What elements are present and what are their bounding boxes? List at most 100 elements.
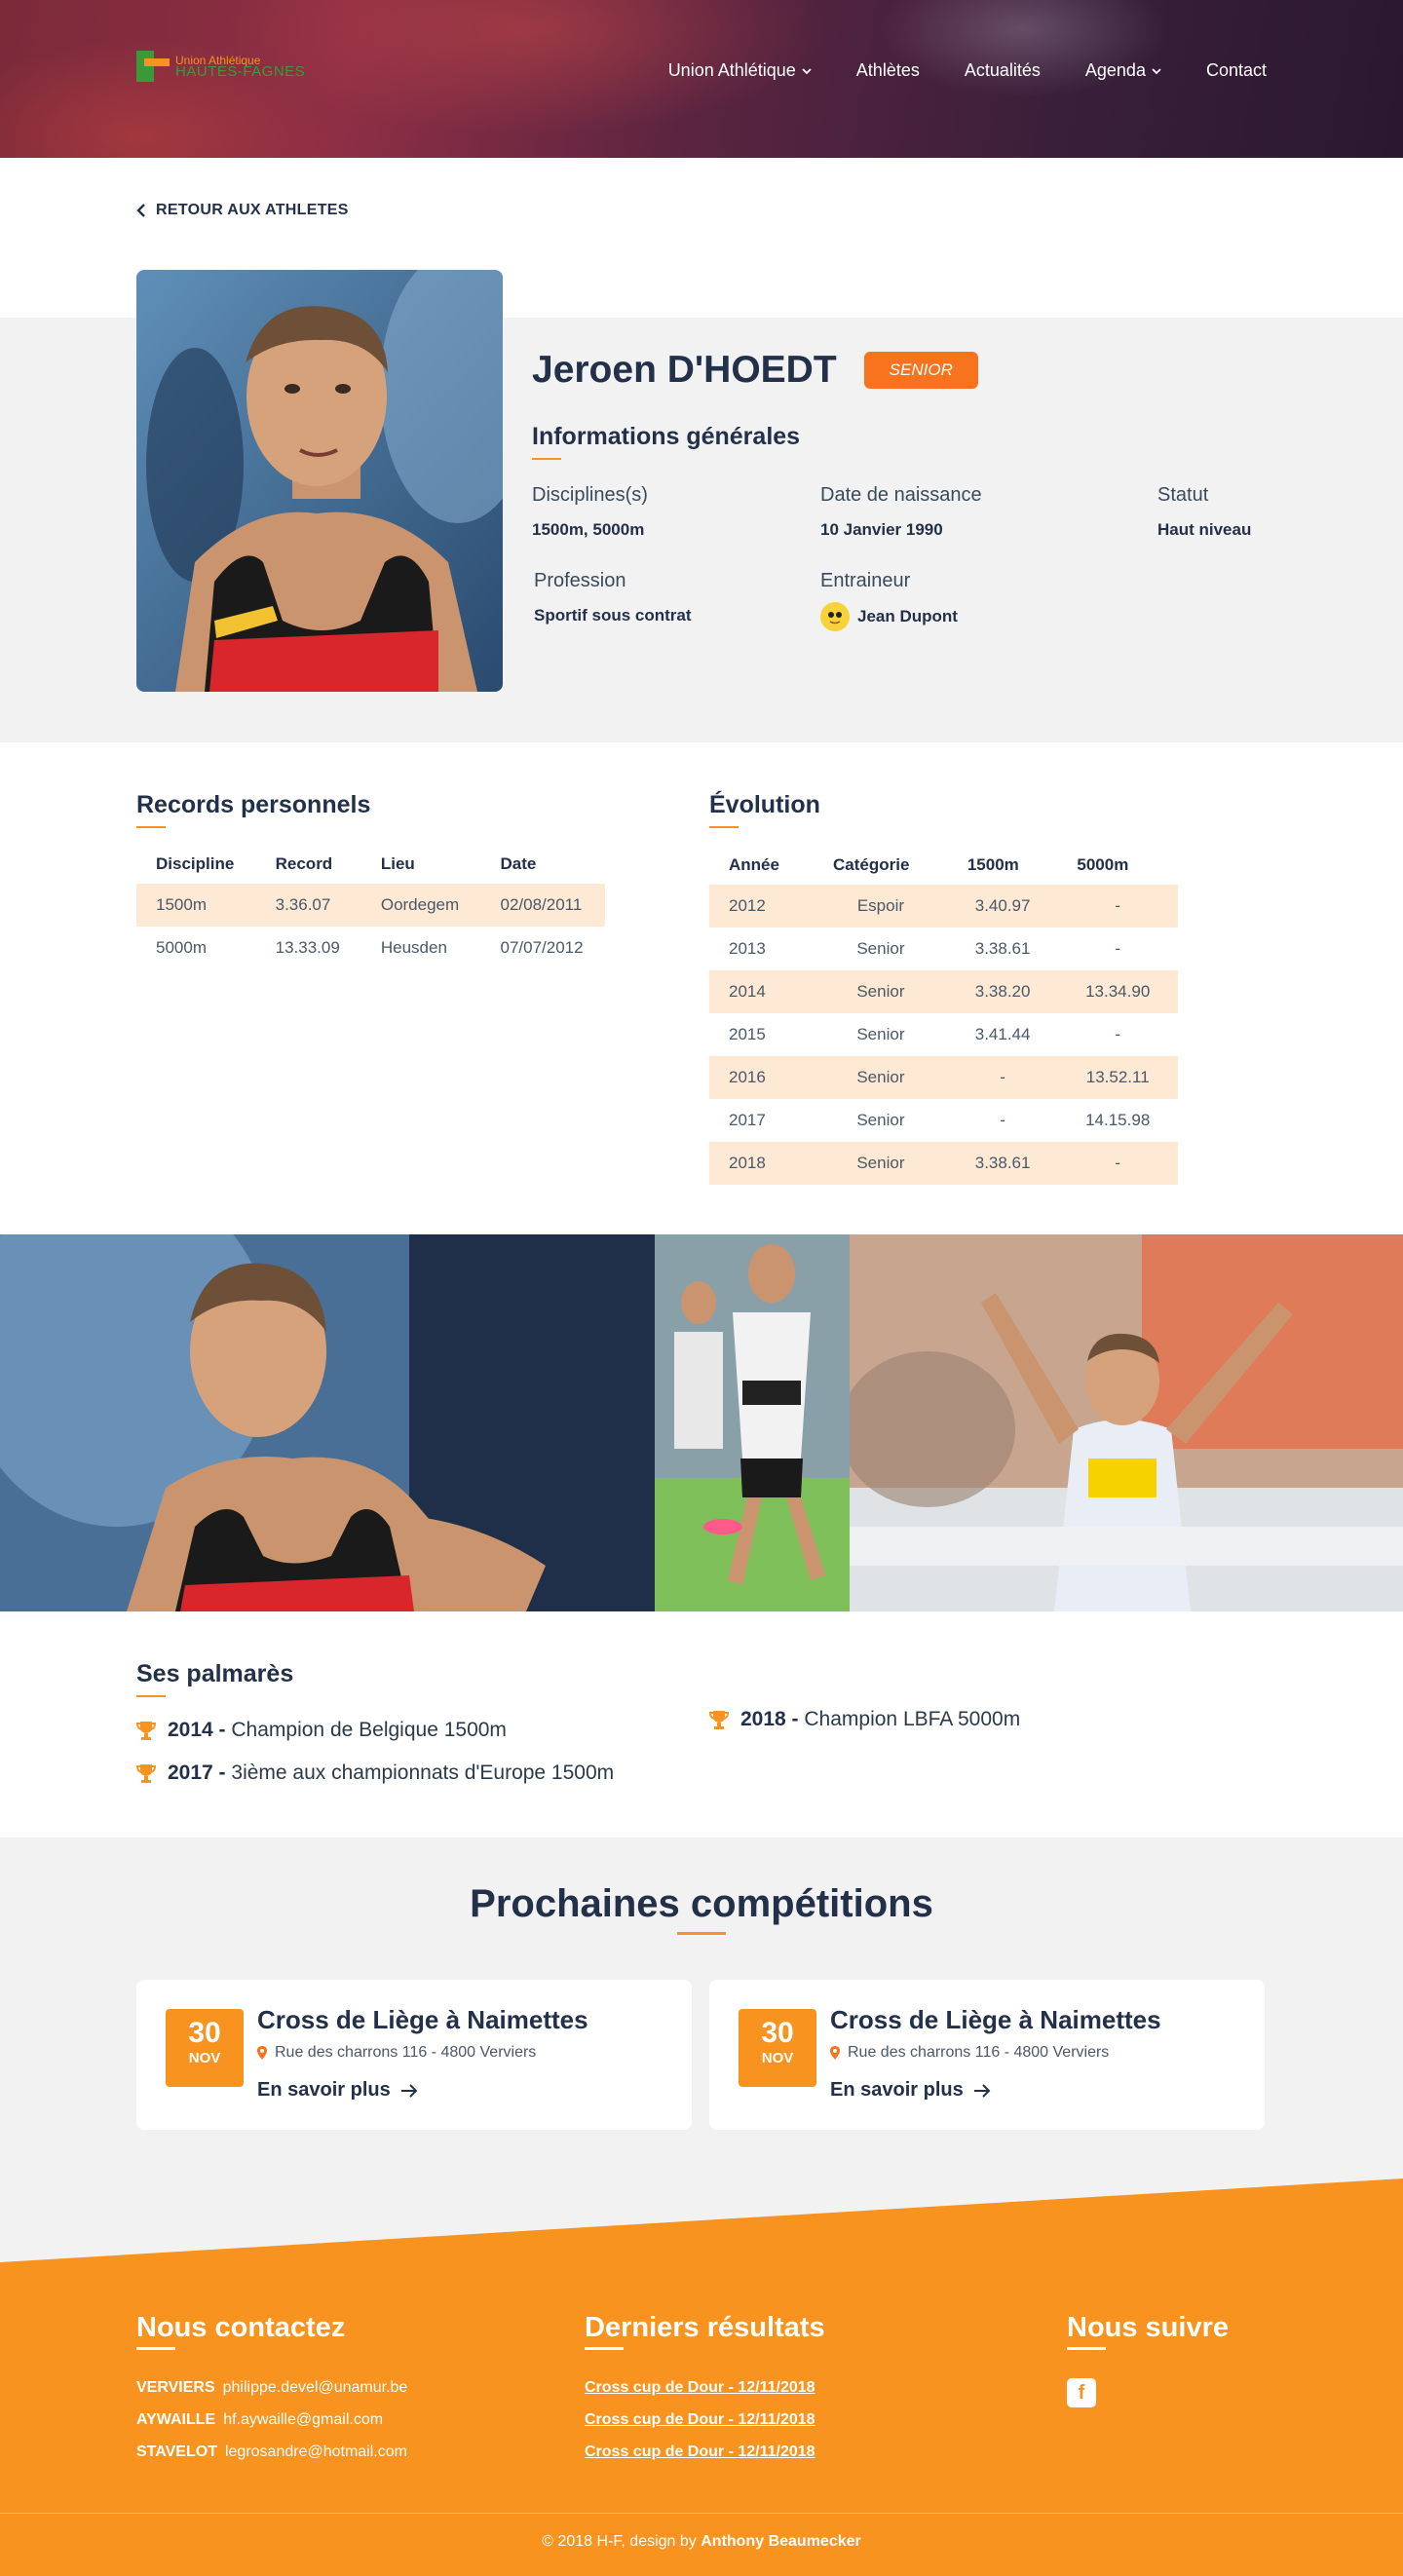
logo-icon <box>136 51 170 82</box>
table-cell: 3.38.61 <box>974 939 1031 958</box>
table-row: 2012 Espoir 3.40.97- <box>709 885 1178 928</box>
table-cell: - <box>1000 1111 1005 1129</box>
palmares-item: 2017 - 3ième aux championnats d'Europe 1… <box>136 1762 614 1785</box>
nav-item-athletes[interactable]: Athlètes <box>856 60 920 81</box>
read-more-link[interactable]: En savoir plus <box>830 2079 991 2102</box>
table-cell: 07/07/2012 <box>500 938 584 957</box>
table-header-row: Discipline Record Lieu Date <box>136 845 605 884</box>
read-more-link[interactable]: En savoir plus <box>257 2079 418 2102</box>
result-link[interactable]: Cross cup de Dour - 12/11/2018 <box>585 2443 815 2461</box>
evolution-title: Évolution <box>709 791 820 828</box>
table-cell: 13.33.09 <box>275 938 340 957</box>
column-header: Record <box>275 854 333 873</box>
trophy-icon <box>709 1711 729 1729</box>
table-cell: 3.36.07 <box>255 884 361 927</box>
back-label: RETOUR AUX ATHLETES <box>156 202 349 218</box>
column-header: 1500m <box>967 855 1019 874</box>
table-cell: 2016 <box>709 1056 815 1099</box>
main-nav: Union Athlétique Athlètes Actualités Age… <box>668 60 1267 81</box>
table-cell: 3.38.20 <box>947 970 1058 1013</box>
palmares-text: 3ième aux championnats d'Europe 1500m <box>231 1762 615 1784</box>
field-value: 1500m, 5000m <box>532 520 645 539</box>
table-cell: 3.38.61 <box>947 1142 1058 1185</box>
category-badge: SENIOR <box>863 352 978 389</box>
contact-email-link[interactable]: legrosandre@hotmail.com <box>225 2443 407 2460</box>
result-link[interactable]: Cross cup de Dour - 12/11/2018 <box>585 2379 815 2397</box>
table-cell: Heusden <box>380 938 447 957</box>
nav-item-union-athletique[interactable]: Union Athlétique <box>668 60 812 81</box>
table-row: 2018 Senior 3.38.61- <box>709 1142 1178 1185</box>
table-row: 1500m 3.36.07 Oordegem 02/08/2011 <box>136 884 605 927</box>
table-cell: - <box>1115 939 1121 958</box>
table-row: 2017 Senior - 14.15.98 <box>709 1099 1178 1142</box>
palmares-title: Ses palmarès <box>136 1660 294 1697</box>
table-cell: Senior <box>814 1142 948 1185</box>
gallery-photo[interactable] <box>0 1234 655 1611</box>
nav-item-contact[interactable]: Contact <box>1206 60 1267 81</box>
map-pin-icon <box>830 2046 840 2060</box>
profession-field: Profession Sportif sous contrat <box>534 570 692 625</box>
nav-item-actualites[interactable]: Actualités <box>965 60 1041 81</box>
date-box: 30 NOV <box>739 2009 816 2087</box>
date-month: NOV <box>188 2050 221 2066</box>
nav-label: Athlètes <box>855 60 920 80</box>
table-cell: 13.34.90 <box>1057 970 1178 1013</box>
palmares-year: 2017 - <box>168 1762 226 1784</box>
contact-title: Nous contactez <box>136 2312 346 2350</box>
competition-address: Rue des charrons 116 - 4800 Verviers <box>830 2044 1109 2062</box>
date-day: 30 <box>188 2017 221 2049</box>
table-cell: 2014 <box>709 970 815 1013</box>
table-cell: 2015 <box>729 1025 766 1043</box>
header-background-glow <box>877 0 1169 97</box>
table-cell: 3.40.97 <box>947 885 1058 928</box>
palmares-item: 2018 - Champion LBFA 5000m <box>709 1708 1020 1731</box>
coach-avatar <box>820 602 850 631</box>
arrow-right-icon <box>400 2083 418 2098</box>
gallery-photo[interactable] <box>850 1234 1403 1611</box>
palmares-text: Champion de Belgique 1500m <box>231 1719 507 1741</box>
arrow-right-icon <box>973 2083 991 2098</box>
contact-city: AYWAILLE <box>136 2411 216 2428</box>
table-row: 2015 Senior 3.41.44 - <box>709 1013 1178 1056</box>
back-to-athletes-link[interactable]: RETOUR AUX ATHLETES <box>136 202 349 219</box>
table-row: 2016 Senior -13.52.11 <box>709 1056 1178 1099</box>
chevron-down-icon <box>1152 67 1161 74</box>
contact-email-link[interactable]: philippe.devel@unamur.be <box>223 2379 408 2396</box>
table-cell: - <box>1115 1025 1121 1043</box>
table-cell: Senior <box>856 1025 905 1043</box>
nav-label: Union Athlétique <box>667 60 796 80</box>
table-cell: Senior <box>814 970 948 1013</box>
date-day: 30 <box>761 2017 794 2049</box>
contact-email-link[interactable]: hf.aywaille@gmail.com <box>223 2411 383 2428</box>
palmares-year: 2018 - <box>740 1708 799 1730</box>
general-info-title: Informations générales <box>532 423 801 460</box>
field-label: Profession <box>534 570 626 591</box>
nav-item-agenda[interactable]: Agenda <box>1085 60 1161 81</box>
address-text: Rue des charrons 116 - 4800 Verviers <box>275 2044 537 2061</box>
date-box: 30 NOV <box>166 2009 244 2087</box>
gallery-photo[interactable] <box>655 1234 850 1611</box>
nav-label: Contact <box>1205 60 1267 80</box>
table-cell: 5000m <box>156 938 207 957</box>
site-logo[interactable]: Union Athlétique HAUTES-FAGNES <box>136 51 305 82</box>
facebook-icon[interactable]: f <box>1067 2378 1096 2407</box>
field-value: Sportif sous contrat <box>534 606 692 625</box>
competition-card[interactable]: 30 NOV Cross de Liège à Naimettes Rue de… <box>709 1980 1265 2130</box>
table-cell: 02/08/2011 <box>480 884 605 927</box>
palmares-year: 2014 - <box>168 1719 226 1741</box>
competition-card[interactable]: 30 NOV Cross de Liège à Naimettes Rue de… <box>136 1980 692 2130</box>
contact-line: VERVIERS philippe.devel@unamur.be <box>136 2379 407 2397</box>
athlete-photo <box>136 270 503 692</box>
result-link[interactable]: Cross cup de Dour - 12/11/2018 <box>585 2411 815 2429</box>
footer-divider <box>0 2513 1403 2514</box>
table-cell: 3.41.44 <box>974 1025 1031 1043</box>
trophy-icon <box>136 1764 156 1783</box>
contact-line: AYWAILLE hf.aywaille@gmail.com <box>136 2411 383 2429</box>
table-header-row: Année Catégorie 1500m 5000m <box>709 846 1178 885</box>
table-cell: Espoir <box>814 885 948 928</box>
column-header: Année <box>729 855 779 874</box>
table-cell: - <box>1057 1142 1178 1185</box>
table-cell: 2012 <box>709 885 815 928</box>
table-cell: Oordegem <box>360 884 481 927</box>
competition-title: Cross de Liège à Naimettes <box>830 2005 1161 2034</box>
